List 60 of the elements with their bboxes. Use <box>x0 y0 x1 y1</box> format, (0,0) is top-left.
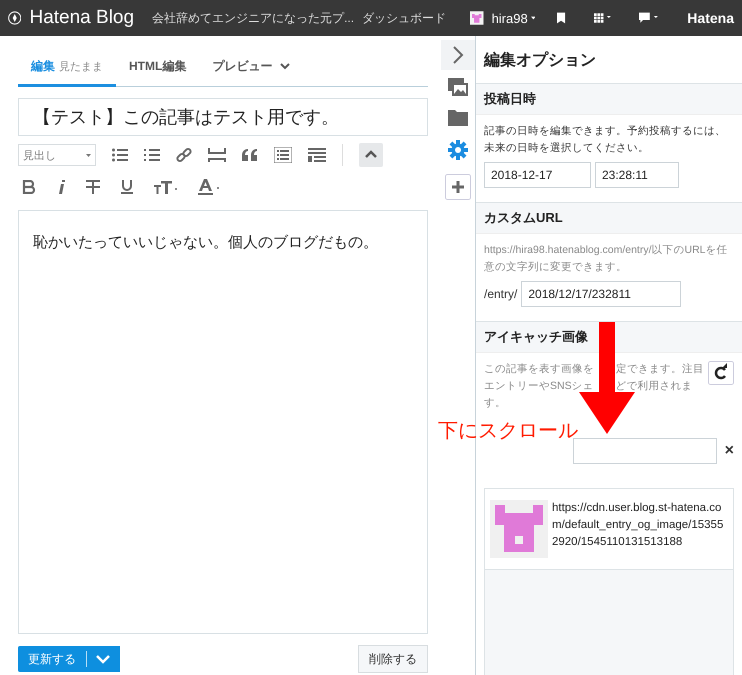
brand-logo[interactable]: Hatena <box>687 10 734 26</box>
date-note: 記事の日時を編集できます。予約投稿するには、未来の日時を選択してください。 <box>484 124 727 156</box>
eyecatch-note-text: この記事を表す画像を <box>484 362 594 377</box>
text-color-icon[interactable] <box>198 179 220 195</box>
editor-tab[interactable]: HTML編集 <box>116 50 200 87</box>
delete-button[interactable]: 削除する <box>358 645 428 673</box>
editor-tab[interactable]: 編集 見たまま <box>18 50 116 87</box>
eyecatch-note-text: どで利用されま <box>616 379 693 394</box>
italic-icon[interactable] <box>56 180 66 194</box>
dashboard-link[interactable]: ダッシュボード <box>362 10 446 26</box>
underline-icon[interactable] <box>120 180 134 194</box>
url-prefix: /entry/ <box>484 287 518 301</box>
folder-icon[interactable] <box>448 110 468 126</box>
url-note: https://hira98.hatenablog.com/entry/以下のURLを任意の文字列に変更できます。 <box>484 243 729 275</box>
refresh-button[interactable] <box>708 361 734 385</box>
caret-icon[interactable] <box>530 16 536 20</box>
strikethrough-icon[interactable] <box>86 180 100 194</box>
update-options-button[interactable] <box>86 646 120 672</box>
section-heading: アイキャッチ画像 <box>476 321 742 352</box>
caret-icon <box>86 154 91 156</box>
read-more-icon[interactable] <box>308 148 326 162</box>
eyecatch-note-text: エントリーやSNSシェ <box>484 379 594 394</box>
font-size-icon[interactable] <box>154 180 178 194</box>
panel-title: 編集オプション <box>482 50 597 71</box>
section-heading: カスタムURL <box>476 202 742 233</box>
heading-dropdown[interactable]: 見出し <box>18 144 96 166</box>
image-search-field[interactable] <box>572 438 717 464</box>
eyecatch-note-text: す。 <box>484 396 506 411</box>
link-icon[interactable] <box>176 147 192 163</box>
collapse-button[interactable] <box>359 143 383 167</box>
images-icon[interactable] <box>448 78 468 96</box>
time-field[interactable]: 23:28:11 <box>595 162 679 188</box>
chevron-down-icon[interactable] <box>280 63 290 70</box>
date-field[interactable]: 2018-12-17 <box>484 162 591 188</box>
bullet-list-icon[interactable] <box>112 148 128 162</box>
title-field[interactable]: 【テスト】この記事はテスト用です。 <box>18 98 428 136</box>
numbered-list-icon[interactable] <box>144 148 160 162</box>
eyecatch-note-text: 定できます。注目 <box>616 362 704 377</box>
annotation-text: 下にスクロール <box>438 419 578 444</box>
page-break-icon[interactable] <box>208 148 226 162</box>
grid-icon[interactable] <box>594 11 612 25</box>
bookmark-icon[interactable] <box>557 10 566 26</box>
table-of-contents-icon[interactable] <box>274 147 292 163</box>
clear-button[interactable]: × <box>724 442 734 460</box>
settings-icon[interactable] <box>448 140 468 160</box>
editor-tab[interactable]: プレビュー <box>199 50 304 87</box>
editor-area[interactable]: 恥かいたっていいじゃない。個人のブログだもの。 <box>18 210 428 634</box>
body-text: 恥かいたっていいじゃない。個人のブログだもの。 <box>33 233 379 252</box>
section-heading: 投稿日時 <box>476 83 742 114</box>
image-url: https://cdn.user.blog.st-hatena.com/default_entry_og_image/153552920/1545110131513188 <box>552 501 724 550</box>
chevron-right-button[interactable] <box>440 40 474 70</box>
quote-icon[interactable] <box>242 149 258 161</box>
bold-icon[interactable] <box>22 180 36 194</box>
blog-title-link[interactable]: 会社辞めてエンジニアになった元プ... <box>152 10 354 26</box>
image-item[interactable]: https://cdn.user.blog.st-hatena.com/default_entry_og_image/153552920/1545110131513188 <box>485 489 733 570</box>
user-menu[interactable]: hira98 <box>492 10 528 26</box>
logo-text[interactable]: Hatena Blog <box>29 7 134 29</box>
add-button[interactable] <box>444 174 470 200</box>
url-field[interactable]: 2018/12/17/232811 <box>521 281 682 307</box>
avatar-thumbnail-icon <box>490 500 548 558</box>
